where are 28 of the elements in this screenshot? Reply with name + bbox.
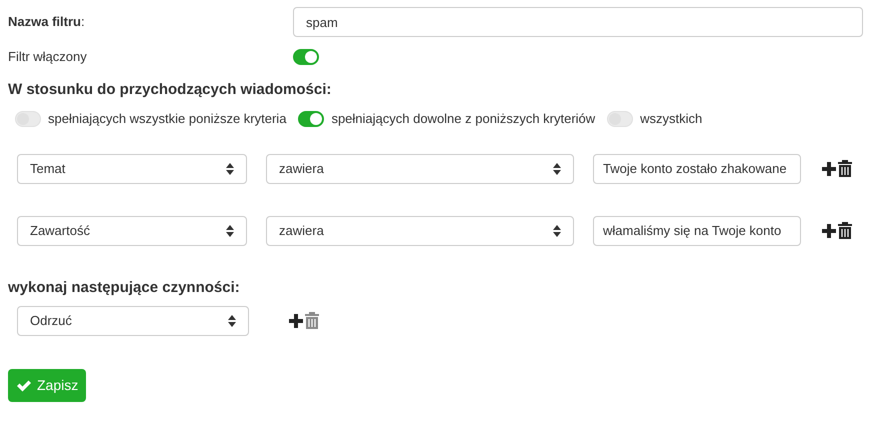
criterion-value-field[interactable]: Twoje konto zostało zhakowane xyxy=(593,154,801,184)
filter-name-field[interactable]: spam xyxy=(293,7,863,37)
match-mode-switch[interactable] xyxy=(298,110,324,127)
dropdown[interactable]: zawiera xyxy=(266,154,574,184)
dropdown[interactable]: Temat xyxy=(17,154,247,184)
checkmark-icon xyxy=(16,378,32,392)
switch-label: spełniających dowolne z poniższych kryteriów xyxy=(331,110,596,128)
switch-label: spełniających wszystkie poniższe kryteria xyxy=(48,110,286,128)
dropdown[interactable]: Zawartość xyxy=(17,216,247,246)
section-heading: wykonaj następujące czynności: xyxy=(8,278,241,294)
trash-icon[interactable] xyxy=(838,222,852,239)
sort-arrows-icon xyxy=(228,314,236,326)
dropdown[interactable]: Odrzuć xyxy=(17,306,249,336)
plus-icon[interactable] xyxy=(822,224,836,238)
sort-arrows-icon xyxy=(553,224,561,236)
enabled-switch[interactable] xyxy=(293,49,319,65)
sort-arrows-icon xyxy=(226,224,234,236)
sort-arrows-icon xyxy=(553,162,561,174)
switch-label: wszystkich xyxy=(640,110,702,128)
field-label: Filtr włączony xyxy=(8,48,88,66)
trash-icon[interactable] xyxy=(838,160,852,177)
dropdown[interactable]: zawiera xyxy=(266,216,574,246)
plus-icon[interactable] xyxy=(289,314,303,328)
plus-icon[interactable] xyxy=(822,162,836,176)
section-heading: W stosunku do przychodzących wiadomości: xyxy=(8,80,332,97)
sort-arrows-icon xyxy=(226,162,234,174)
field-label: Nazwa filtru: xyxy=(8,13,86,32)
criterion-value-field[interactable]: włamaliśmy się na Twoje konto xyxy=(593,216,801,246)
